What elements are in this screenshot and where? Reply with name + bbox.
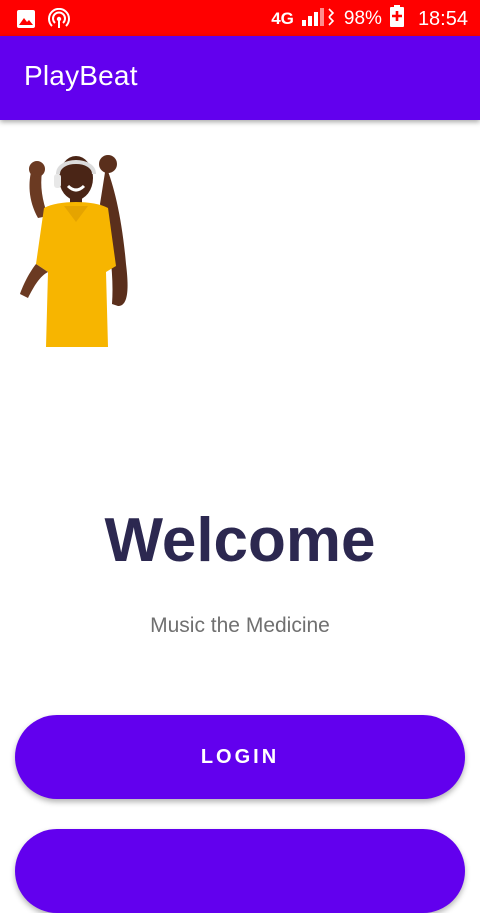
hero-image xyxy=(18,146,132,347)
app-bar: PlayBeat xyxy=(0,36,480,120)
battery-percent: 98% xyxy=(343,8,382,29)
battery-charging-icon xyxy=(389,5,404,33)
person-celebrating-icon xyxy=(20,155,128,347)
status-bar: 4G 98% 18:54 xyxy=(0,0,480,36)
network-type: 4G xyxy=(271,9,294,28)
tagline: Music the Medicine xyxy=(150,614,330,637)
login-button[interactable]: LOGIN xyxy=(15,715,465,799)
status-right-indicators: 4G 98% 18:54 xyxy=(271,5,468,33)
hotspot-icon xyxy=(48,7,70,35)
image-icon xyxy=(16,9,36,34)
clock: 18:54 xyxy=(417,7,468,30)
app-title: PlayBeat xyxy=(24,60,138,91)
welcome-heading: Welcome xyxy=(104,506,376,575)
signal-icon xyxy=(301,6,336,32)
status-left-icons xyxy=(16,7,70,35)
secondary-button[interactable] xyxy=(15,829,465,913)
